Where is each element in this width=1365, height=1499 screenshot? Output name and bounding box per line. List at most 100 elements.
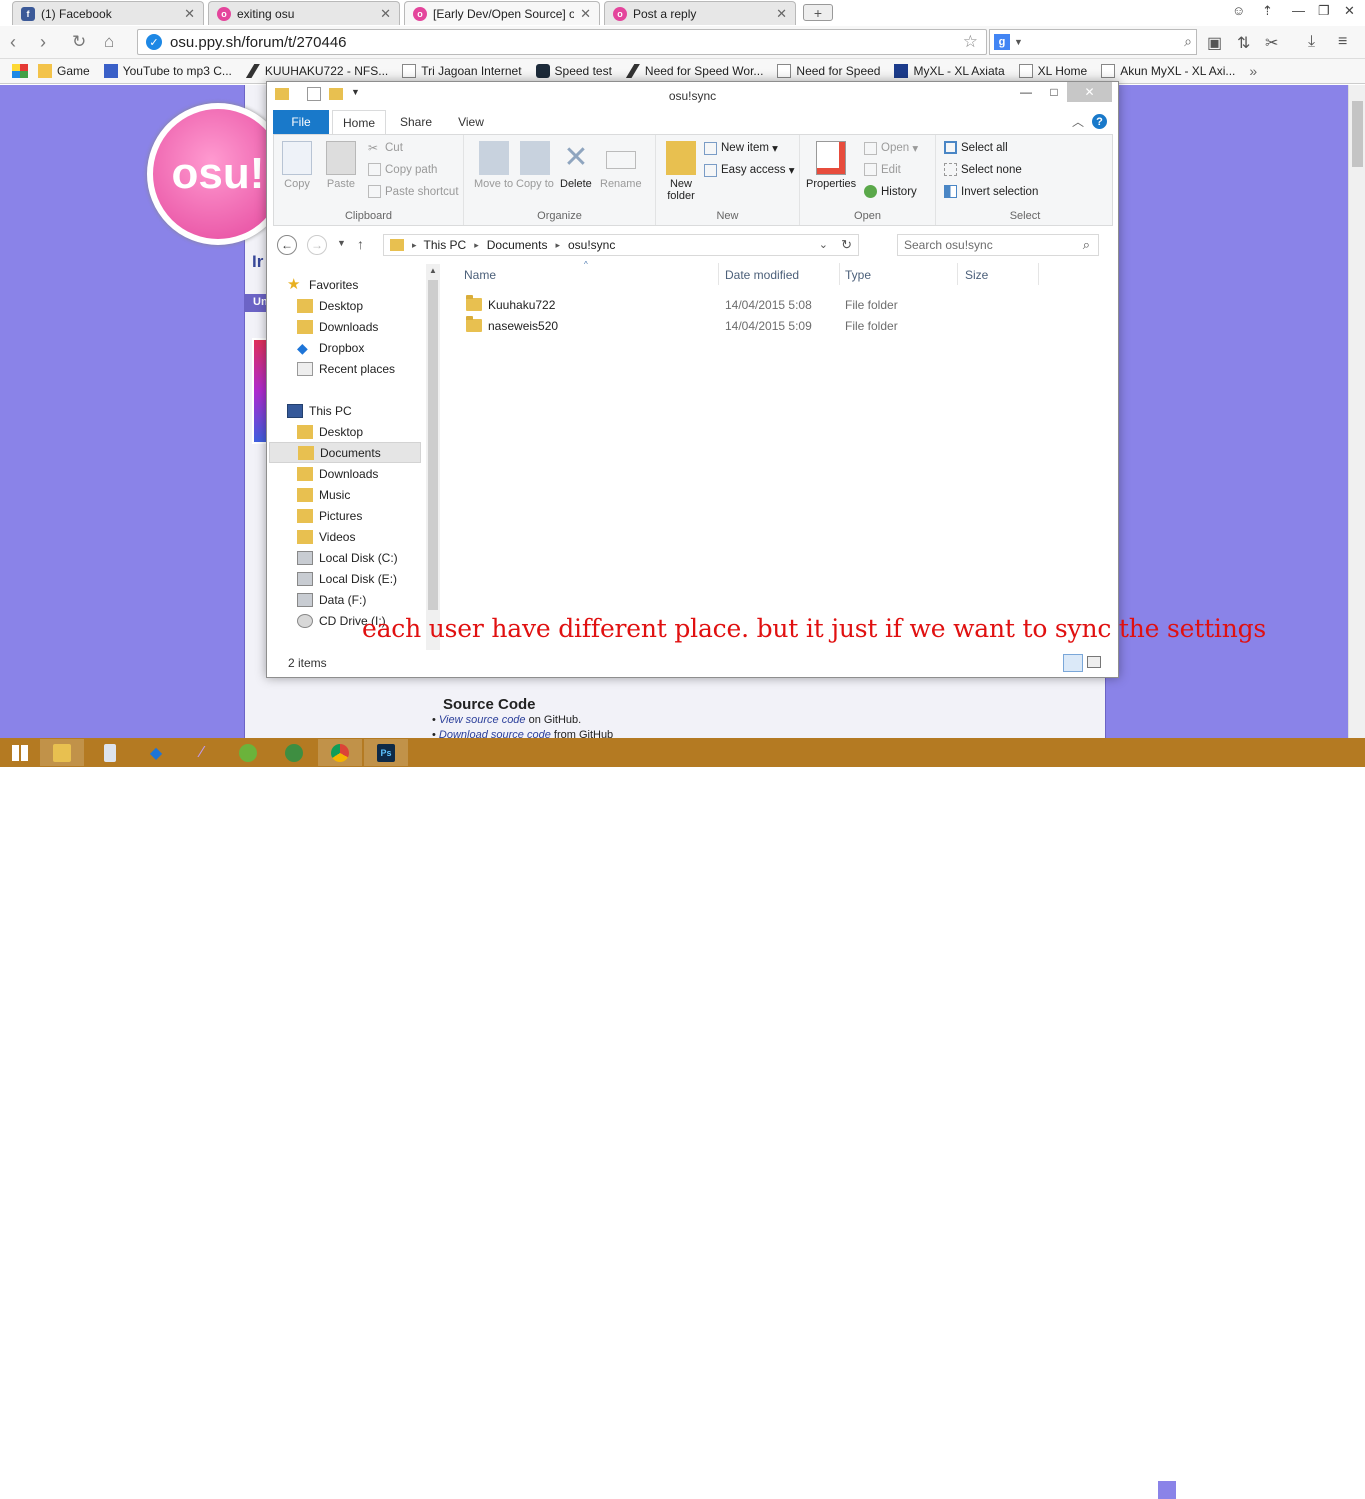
tab-home[interactable]: Home xyxy=(332,110,386,134)
restore-icon[interactable]: ❐ xyxy=(1318,3,1330,19)
cut-button[interactable]: ✂ Cut xyxy=(368,141,403,155)
recent-locations-icon[interactable]: ▼ xyxy=(337,238,346,248)
new-tab-button[interactable]: + xyxy=(803,4,833,21)
tab-share[interactable]: Share xyxy=(391,110,441,134)
copy-path-button[interactable]: Copy path xyxy=(368,163,437,176)
chevron-down-icon[interactable]: ⌄ xyxy=(819,238,828,251)
taskbar-pen[interactable]: ∕ xyxy=(180,739,224,766)
chevron-down-icon[interactable]: ▼ xyxy=(1014,37,1023,47)
paste-button[interactable]: Paste xyxy=(326,141,356,190)
table-row[interactable]: Kuuhaku722 xyxy=(466,294,555,315)
taskbar-chrome[interactable] xyxy=(318,739,362,766)
new-item-button[interactable]: New item ▾ xyxy=(704,141,778,155)
column-date-modified[interactable]: Date modified xyxy=(725,268,799,282)
tab-view[interactable]: View xyxy=(449,110,493,134)
search-icon[interactable]: ⌕ xyxy=(1184,33,1192,50)
move-to-button[interactable]: Move to xyxy=(474,141,513,190)
close-icon[interactable]: ✕ xyxy=(1067,82,1112,102)
copy-button[interactable]: Copy xyxy=(282,141,312,190)
search-icon[interactable]: ⌕ xyxy=(1083,237,1090,253)
menu-icon[interactable]: ≡ xyxy=(1338,33,1347,51)
nav-fav-recent[interactable]: Recent places xyxy=(297,358,395,379)
bookmark-nfs-world[interactable]: Need for Speed Wor... xyxy=(625,64,763,78)
maximize-icon[interactable]: □ xyxy=(1039,82,1069,102)
column-size[interactable]: Size xyxy=(965,268,988,282)
search-input[interactable]: Search osu!sync ⌕ xyxy=(897,234,1099,256)
copy-to-button[interactable]: Copy to xyxy=(516,141,554,190)
refresh-icon[interactable]: ↻ xyxy=(841,237,852,253)
nav-favorites[interactable]: ★ Favorites xyxy=(287,274,358,295)
close-window-icon[interactable]: ✕ xyxy=(1344,3,1355,19)
properties-quick-icon[interactable] xyxy=(307,87,321,101)
scroll-thumb[interactable] xyxy=(1352,101,1363,167)
search-engine-box[interactable]: g ▼ ⌕ xyxy=(989,29,1197,55)
bookmark-star-icon[interactable]: ☆ xyxy=(963,32,978,52)
table-row[interactable]: naseweis520 xyxy=(466,315,558,336)
tab-file[interactable]: File xyxy=(273,110,329,134)
taskbar-explorer[interactable] xyxy=(40,739,84,766)
breadcrumb-documents[interactable]: Documents xyxy=(487,238,548,252)
nav-fav-dropbox[interactable]: ◆ Dropbox xyxy=(297,337,364,358)
breadcrumb-osusync[interactable]: osu!sync xyxy=(568,238,615,252)
bookmark-kuuhaku[interactable]: KUUHAKU722 - NFS... xyxy=(245,64,388,78)
minimize-icon[interactable]: — xyxy=(1011,82,1041,102)
forward-icon[interactable]: → xyxy=(307,235,327,255)
tray-pen-icon[interactable] xyxy=(1158,1481,1176,1499)
help-icon[interactable]: ? xyxy=(1092,114,1107,129)
show-hidden-icons[interactable]: ▲ xyxy=(1138,1486,1147,1496)
close-icon[interactable]: ✕ xyxy=(380,6,391,22)
rename-button[interactable]: Rename xyxy=(600,141,642,190)
large-icons-view-icon[interactable] xyxy=(1087,656,1101,668)
bookmark-speed-test[interactable]: Speed test xyxy=(535,64,612,78)
apps-icon[interactable] xyxy=(12,64,28,78)
taskbar-calculator[interactable] xyxy=(88,739,132,766)
select-none-button[interactable]: Select none xyxy=(944,163,1022,176)
taskbar-globe[interactable] xyxy=(272,739,316,766)
nav-drive-e[interactable]: Local Disk (E:) xyxy=(297,568,397,589)
nav-drive-c[interactable]: Local Disk (C:) xyxy=(297,547,398,568)
nav-pc-documents[interactable]: Documents xyxy=(269,442,421,463)
nav-this-pc[interactable]: This PC xyxy=(287,400,352,421)
minimize-icon[interactable]: — xyxy=(1292,3,1305,18)
bookmark-youtube-mp3[interactable]: YouTube to mp3 C... xyxy=(103,64,232,78)
scroll-thumb[interactable] xyxy=(428,280,438,610)
more-bookmarks-button[interactable]: » xyxy=(1249,63,1257,79)
chevron-down-icon[interactable]: ▼ xyxy=(351,87,360,97)
new-folder-button[interactable]: New folder xyxy=(664,141,698,202)
properties-button[interactable]: Properties xyxy=(806,141,856,190)
bookmark-akun-myxl[interactable]: Akun MyXL - XL Axi... xyxy=(1101,64,1235,78)
tab-exiting-osu[interactable]: o exiting osu ✕ xyxy=(208,1,400,25)
tab-facebook[interactable]: f (1) Facebook ✕ xyxy=(12,1,204,25)
nav-pc-pictures[interactable]: Pictures xyxy=(297,505,362,526)
nav-fav-downloads[interactable]: Downloads xyxy=(297,316,378,337)
collapse-ribbon-icon[interactable]: ︿ xyxy=(1072,113,1084,130)
tab-post-reply[interactable]: o Post a reply ✕ xyxy=(604,1,796,25)
delete-button[interactable]: ✕ Delete xyxy=(560,141,592,190)
profile-icon[interactable]: ☺ xyxy=(1232,3,1245,18)
bookmark-xl-home[interactable]: XL Home xyxy=(1018,64,1087,78)
clock[interactable]: 5:09 xyxy=(1300,1484,1323,1498)
address-bar[interactable]: ✓ osu.ppy.sh/forum/t/270446 ☆ xyxy=(137,29,987,55)
taskbar-utorrent[interactable] xyxy=(226,739,270,766)
extension-icon[interactable]: ▣ xyxy=(1207,33,1222,53)
select-all-button[interactable]: Select all xyxy=(944,141,1008,154)
back-icon[interactable]: ← xyxy=(277,235,297,255)
taskbar-dropbox[interactable]: ◆ xyxy=(134,739,178,766)
tab-early-dev[interactable]: o [Early Dev/Open Source] o ✕ xyxy=(404,1,600,25)
new-folder-quick-icon[interactable] xyxy=(329,88,343,100)
page-scrollbar[interactable] xyxy=(1348,85,1365,738)
back-icon[interactable]: ‹ xyxy=(10,32,16,53)
flag-icon[interactable]: ⚑ xyxy=(1184,1482,1196,1498)
history-button[interactable]: History xyxy=(864,185,917,198)
nav-pc-desktop[interactable]: Desktop xyxy=(297,421,363,442)
close-icon[interactable]: ✕ xyxy=(776,6,787,22)
nav-scrollbar[interactable]: ▲ xyxy=(426,264,440,650)
nav-fav-desktop[interactable]: Desktop xyxy=(297,295,363,316)
edit-button[interactable]: Edit xyxy=(864,163,901,176)
paste-shortcut-button[interactable]: Paste shortcut xyxy=(368,185,459,198)
close-icon[interactable]: ✕ xyxy=(580,6,591,22)
nav-pc-music[interactable]: Music xyxy=(297,484,350,505)
home-icon[interactable]: ⌂ xyxy=(104,32,114,52)
battery-icon[interactable]: ▯ xyxy=(1208,1482,1215,1498)
scissors-icon[interactable]: ✂ xyxy=(1265,33,1278,53)
